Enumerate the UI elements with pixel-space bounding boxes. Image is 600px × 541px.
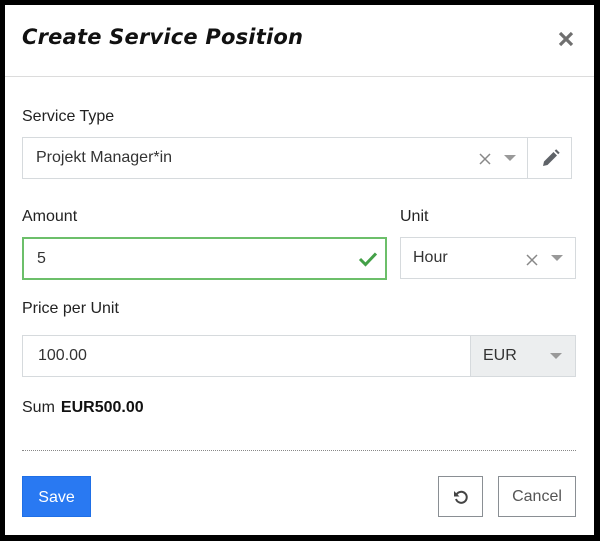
edit-service-type-button[interactable] — [527, 137, 572, 179]
currency-value: EUR — [483, 347, 517, 364]
pencil-icon — [543, 149, 560, 166]
create-service-position-dialog: Create Service Position Service Type Pro… — [5, 5, 594, 535]
check-icon — [358, 252, 378, 267]
amount-value: 5 — [37, 250, 46, 267]
currency-select[interactable]: EUR — [470, 335, 576, 377]
sum-label: Sum — [22, 399, 55, 416]
dialog-header: Create Service Position — [5, 5, 594, 77]
footer-divider — [22, 450, 576, 451]
sum-value: EUR500.00 — [60, 399, 144, 416]
clear-icon[interactable] — [479, 153, 491, 165]
chevron-down-icon — [550, 353, 562, 359]
sum-row: Sum EUR500.00 — [22, 399, 144, 417]
chevron-down-icon[interactable] — [551, 255, 563, 262]
reset-button[interactable] — [438, 476, 483, 517]
amount-input[interactable]: 5 — [22, 237, 387, 280]
reset-icon — [454, 490, 468, 504]
save-button[interactable]: Save — [22, 476, 91, 517]
dialog-title: Create Service Position — [22, 25, 304, 49]
chevron-down-icon[interactable] — [504, 155, 516, 162]
service-type-value: Projekt Manager*in — [36, 149, 173, 166]
price-per-unit-label: Price per Unit — [22, 300, 119, 317]
amount-label: Amount — [22, 208, 78, 225]
close-icon — [558, 31, 574, 47]
unit-label: Unit — [400, 208, 429, 225]
service-type-label: Service Type — [22, 108, 115, 125]
price-input[interactable]: 100.00 — [22, 335, 472, 377]
close-button[interactable] — [556, 29, 576, 49]
service-type-select[interactable]: Projekt Manager*in — [22, 137, 528, 179]
cancel-button[interactable]: Cancel — [498, 476, 576, 517]
unit-value: Hour — [413, 249, 448, 266]
price-value: 100.00 — [38, 347, 87, 364]
clear-icon[interactable] — [526, 254, 538, 266]
unit-select[interactable]: Hour — [400, 237, 576, 279]
